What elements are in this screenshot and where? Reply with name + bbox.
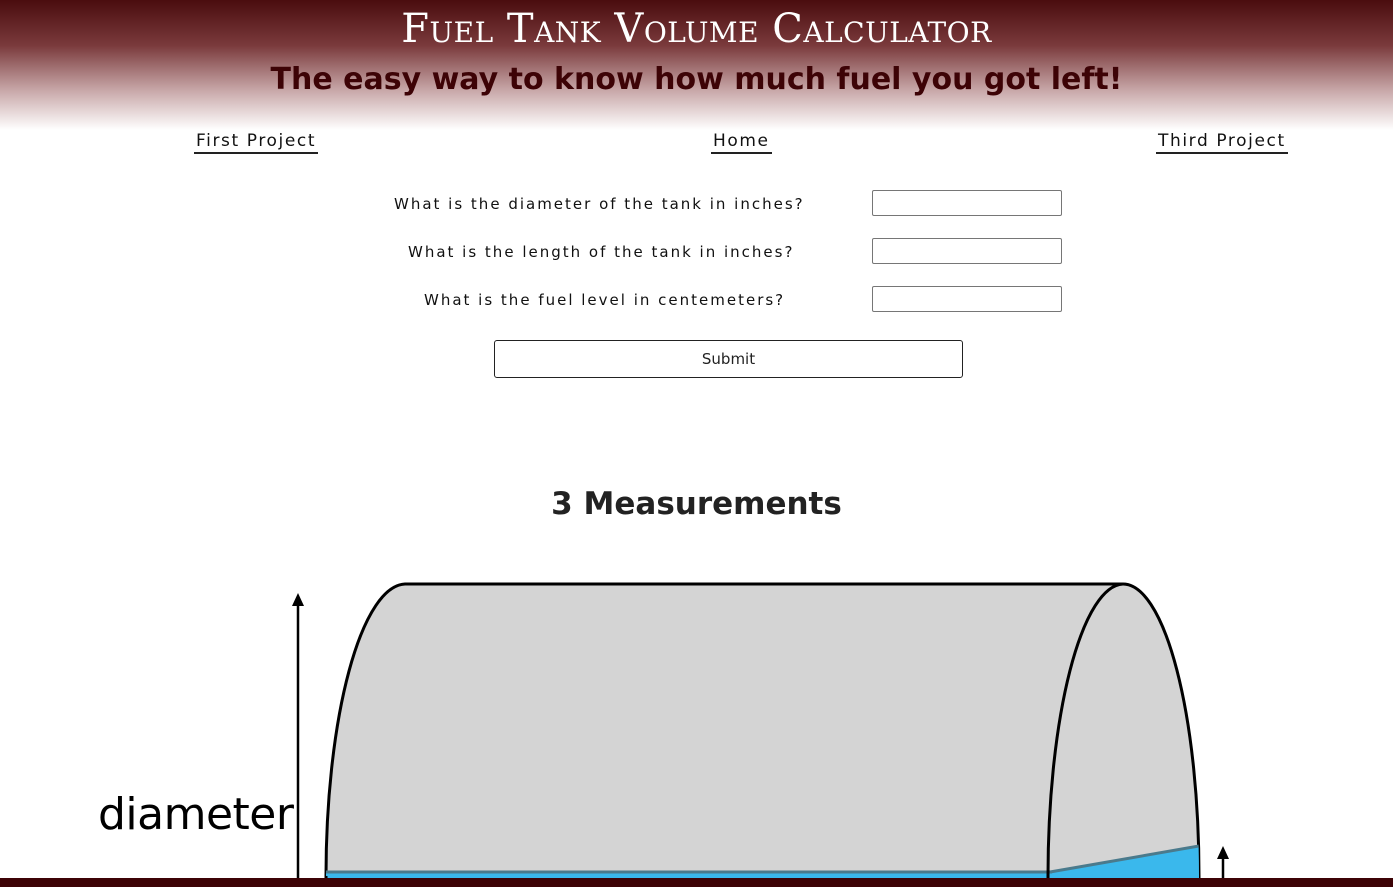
fuel-level-label: What is the fuel level in centemeters? (424, 291, 786, 309)
submit-button[interactable]: Submit (494, 340, 963, 378)
site-title: Fuel Tank Volume Calculator (401, 6, 992, 52)
length-label: What is the length of the tank in inches… (408, 243, 795, 261)
fuel-level-arrow-head (1217, 846, 1229, 859)
site-subtitle: The easy way to know how much fuel you g… (270, 62, 1123, 97)
nav-link-third-project[interactable]: Third Project (1156, 131, 1288, 154)
bottom-bar (0, 878, 1393, 887)
tank-body (324, 582, 1201, 887)
diameter-input[interactable] (872, 190, 1062, 216)
page-header: Fuel Tank Volume Calculator The easy way… (0, 0, 1393, 130)
measurements-heading: 3 Measurements (551, 486, 842, 522)
fuel-level-input[interactable] (872, 286, 1062, 312)
diameter-label-text: diameter (98, 789, 294, 840)
nav-link-first-project[interactable]: First Project (194, 131, 319, 154)
length-input[interactable] (872, 238, 1062, 264)
diameter-label: What is the diameter of the tank in inch… (394, 195, 805, 213)
diameter-arrow-head (292, 593, 304, 606)
nav-link-home[interactable]: Home (711, 131, 772, 154)
